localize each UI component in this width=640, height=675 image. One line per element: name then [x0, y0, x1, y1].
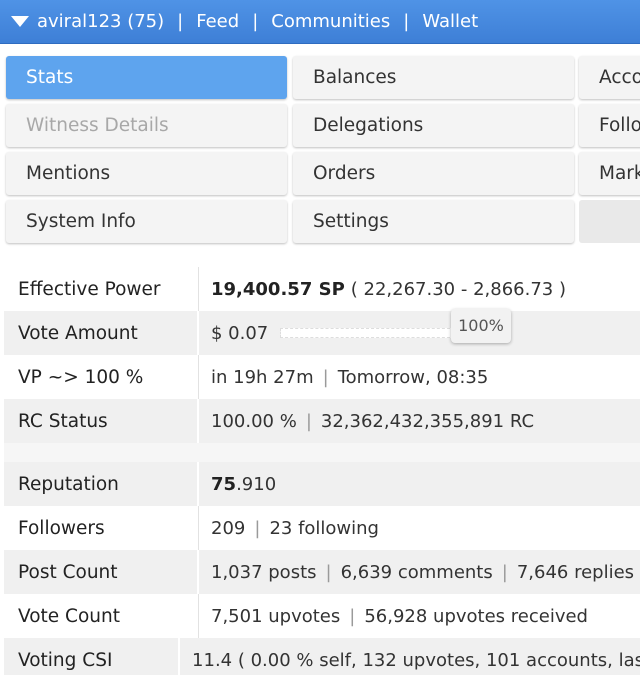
value-separator: |: [349, 605, 356, 627]
stats-row-vote-amount: Vote Amount $ 0.07 100%: [4, 308, 640, 355]
menu-system-info-button[interactable]: System Info: [6, 200, 287, 243]
stats-row-vote-count: Vote Count 7,501 upvotes | 56,928 upvote…: [4, 594, 640, 638]
posts-count: 1,037 posts: [211, 561, 317, 583]
vote-weight-slider[interactable]: [280, 328, 456, 338]
stats-row-post-count: Post Count 1,037 posts | 6,639 comments …: [4, 550, 640, 594]
upvotes-count: 7,501 upvotes: [211, 605, 341, 627]
followers-count: 209: [211, 517, 246, 539]
nav-separator: |: [177, 10, 184, 32]
nav-communities-link[interactable]: Communities: [271, 0, 390, 44]
menu-balances-button[interactable]: Balances: [293, 56, 574, 99]
value-separator: |: [254, 517, 261, 539]
stats-menu-grid: Stats Witness Details Mentions System In…: [0, 49, 640, 249]
menu-followers-button[interactable]: Follo: [579, 104, 640, 147]
stats-row-followers: Followers 209 | 23 following: [4, 506, 640, 550]
nav-separator: |: [252, 10, 259, 32]
top-nav-bar: aviral123 (75) | Feed | Communities | Wa…: [0, 0, 640, 44]
vote-amount-value: $ 0.07: [211, 322, 269, 344]
row-label: Effective Power: [4, 267, 199, 311]
stats-row-vp: VP ~> 100 % in 19h 27m | Tomorrow, 08:35: [4, 355, 640, 399]
comments-count: 6,639 comments: [340, 561, 493, 583]
reputation-fraction: .910: [236, 473, 277, 495]
stats-row-rc-status: RC Status 100.00 % | 32,362,432,355,891 …: [4, 399, 640, 443]
menu-stats-button[interactable]: Stats: [6, 56, 287, 99]
dropdown-caret-icon[interactable]: [11, 16, 29, 27]
vote-weight-percent-badge[interactable]: 100%: [451, 308, 511, 343]
replies-count: 7,646 replies: [516, 561, 635, 583]
stats-row-voting-csi: Voting CSI 11.4 ( 0.00 % self, 132 upvot…: [4, 638, 640, 675]
menu-mentions-button[interactable]: Mentions: [6, 152, 287, 195]
menu-orders-button[interactable]: Orders: [293, 152, 574, 195]
nav-feed-link[interactable]: Feed: [196, 0, 239, 44]
row-label: RC Status: [4, 399, 199, 443]
menu-settings-button[interactable]: Settings: [293, 200, 574, 243]
rc-amount: 32,362,432,355,891 RC: [320, 410, 535, 432]
nav-wallet-link[interactable]: Wallet: [422, 0, 478, 44]
row-label: Vote Amount: [4, 311, 199, 355]
section-divider: [4, 443, 640, 462]
voting-csi-value: 11.4 ( 0.00 % self, 132 upvotes, 101 acc…: [192, 649, 640, 671]
user-menu-link[interactable]: aviral123 (75): [37, 0, 164, 44]
value-separator: |: [325, 561, 332, 583]
vp-when: Tomorrow, 08:35: [337, 366, 489, 388]
following-count: 23 following: [269, 517, 379, 539]
nav-separator: |: [403, 10, 410, 32]
effective-power-detail: ( 22,267.30 - 2,866.73 ): [350, 278, 566, 300]
menu-witness-details-button: Witness Details: [6, 104, 287, 147]
value-separator: |: [501, 561, 508, 583]
effective-power-value: 19,400.57 SP: [211, 278, 345, 300]
value-separator: |: [305, 410, 312, 432]
row-label: Vote Count: [4, 594, 199, 638]
row-label: Followers: [4, 506, 199, 550]
menu-delegations-button[interactable]: Delegations: [293, 104, 574, 147]
upvotes-received-count: 56,928 upvotes received: [364, 605, 588, 627]
row-label: Voting CSI: [4, 638, 181, 675]
stats-table: Effective Power 19,400.57 SP ( 22,267.30…: [4, 267, 640, 675]
reputation-whole: 75: [211, 473, 237, 495]
menu-market-button[interactable]: Mark: [579, 152, 640, 195]
row-label: Reputation: [4, 462, 199, 506]
stats-row-effective-power: Effective Power 19,400.57 SP ( 22,267.30…: [4, 267, 640, 311]
vp-time: in 19h 27m: [211, 366, 314, 388]
rc-percent: 100.00 %: [211, 410, 297, 432]
menu-accounts-button[interactable]: Acco: [579, 56, 640, 99]
stats-row-reputation: Reputation 75.910: [4, 462, 640, 506]
row-label: Post Count: [4, 550, 199, 594]
value-separator: |: [322, 366, 329, 388]
menu-empty-cell: [579, 200, 640, 243]
row-label: VP ~> 100 %: [4, 355, 199, 399]
